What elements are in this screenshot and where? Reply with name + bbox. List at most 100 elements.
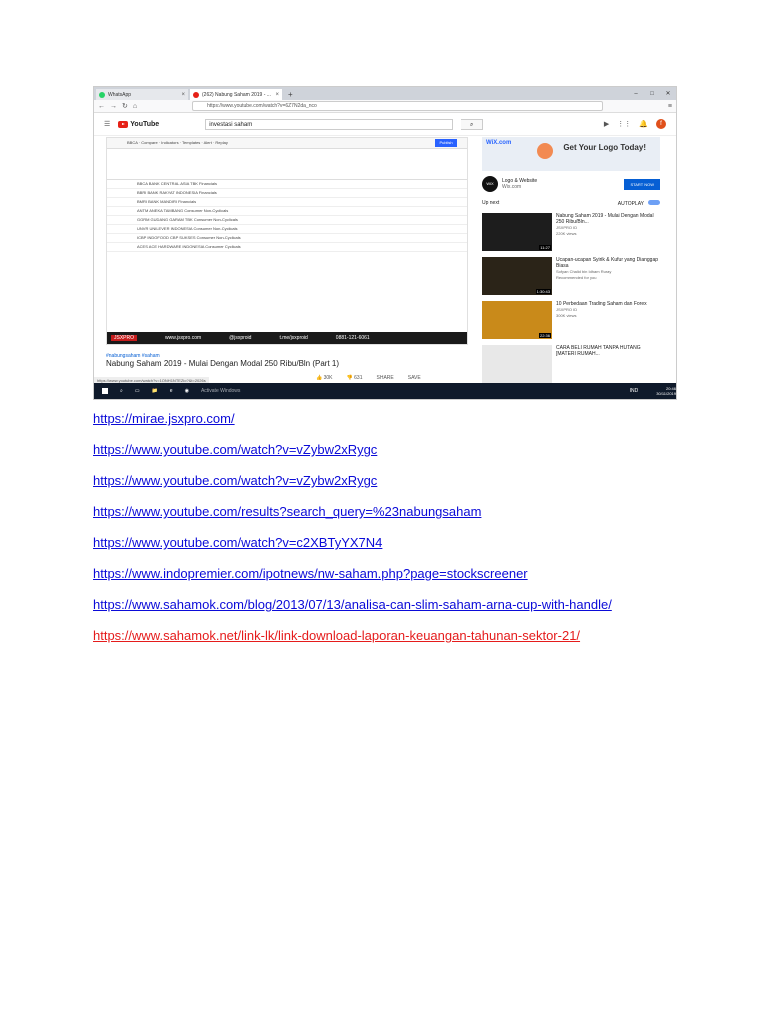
youtube-logo[interactable]: YouTube <box>118 120 159 128</box>
share-button[interactable]: SHARE <box>377 375 394 381</box>
sidebar: WiX.com Get Your Logo Today! WiX Logo & … <box>482 137 660 383</box>
video-title: CARA BELI RUMAH TANPA HUTANG [MATERI RUM… <box>556 345 641 357</box>
ad-graphic <box>537 143 553 159</box>
avatar[interactable]: f <box>656 119 666 129</box>
explorer-icon[interactable]: 📁 <box>152 388 158 394</box>
close-window-button[interactable]: ✕ <box>660 89 676 100</box>
video-duration: 11:27 <box>539 245 551 250</box>
library-icon[interactable]: ≡ <box>668 103 672 110</box>
ad-info: WiX Logo & Website Wix.com START NOW <box>482 176 660 192</box>
windows-start-icon[interactable] <box>102 388 108 394</box>
video-title: Ucapan-ucapan Syirik & Kufur yang Diangg… <box>556 257 659 269</box>
stock-row: BMRI BANK MANDIRI Financials <box>107 198 467 207</box>
up-next-video[interactable]: 1:30:43 Ucapan-ucapan Syirik & Kufur yang… <box>482 257 660 295</box>
reload-icon[interactable]: ↻ <box>122 102 128 110</box>
tab-whatsapp[interactable]: WhatsApp × <box>96 89 188 100</box>
save-button[interactable]: SAVE <box>408 375 421 381</box>
stock-row: BBCA BANK CENTRAL ASIA TBK Financials <box>107 180 467 189</box>
link-sahamok-can-slim[interactable]: https://www.sahamok.com/blog/2013/07/13/… <box>93 597 612 612</box>
up-next-label: Up next <box>482 200 500 206</box>
video-duration: 1:30:43 <box>535 289 551 294</box>
youtube-header: ☰ YouTube investasi saham ⌕ ▶ ⋮⋮ 🔔 f <box>94 113 676 136</box>
link-sahamok-laporan-keuangan[interactable]: https://www.sahamok.net/link-lk/link-dow… <box>93 628 612 643</box>
like-button[interactable]: 👍 30K <box>316 375 333 381</box>
clock: 20:46 30/11/2019 <box>656 386 676 396</box>
up-next-header: Up next AUTOPLAY <box>482 200 660 207</box>
new-tab-button[interactable]: + <box>284 89 297 100</box>
maximize-button[interactable]: □ <box>644 89 660 100</box>
address-bar[interactable]: https://www.youtube.com/watch?v=6Z7N2da_… <box>192 101 603 111</box>
task-view-icon[interactable]: ▭ <box>135 388 140 394</box>
back-icon[interactable]: ← <box>98 103 105 110</box>
notifications-icon[interactable]: 🔔 <box>639 120 648 128</box>
up-next-video[interactable]: 22:36 10 Perbedaan Trading Saham dan Fore… <box>482 301 660 339</box>
video-views: Recommended for you <box>556 275 597 280</box>
autoplay-label: AUTOPLAY <box>617 201 644 207</box>
autoplay-toggle[interactable] <box>648 200 660 205</box>
close-icon[interactable]: × <box>275 92 279 98</box>
link-list: https://mirae.jsxpro.com/ https://www.yo… <box>93 411 612 659</box>
screener-header <box>107 149 467 180</box>
youtube-icon <box>193 91 199 98</box>
video-thumbnail[interactable] <box>482 345 552 383</box>
create-video-icon[interactable]: ▶ <box>604 120 609 128</box>
link-youtube-c2xbtyyx7n4[interactable]: https://www.youtube.com/watch?v=c2XBTyYX… <box>93 535 612 550</box>
stock-row: UNVR UNILEVER INDONESIA Consumer Non-Cyc… <box>107 225 467 234</box>
stock-row: ACES ACE HARDWARE INDONESIA Consumer Cyc… <box>107 243 467 252</box>
video-title: Nabung Saham 2019 - Mulai Dengan Modal 2… <box>106 359 340 368</box>
tab-youtube[interactable]: (262) Nabung Saham 2019 - ... × <box>190 89 282 100</box>
link-mirae-jsxpro[interactable]: https://mirae.jsxpro.com/ <box>93 411 612 426</box>
search-button[interactable]: ⌕ <box>461 118 484 130</box>
whatsapp-icon <box>99 91 105 98</box>
stock-row: ANTM ANEKA TAMBANG Consumer Non-Cyclical… <box>107 207 467 216</box>
search-icon[interactable]: ⌕ <box>120 388 123 394</box>
dislike-button[interactable]: 👎 631 <box>347 375 363 381</box>
tradingview-toolbar: BBCA · Compare · Indicators · Templates … <box>107 138 467 149</box>
video-title: Nabung Saham 2019 - Mulai Dengan Modal 2… <box>556 213 654 225</box>
home-icon[interactable]: ⌂ <box>133 103 137 110</box>
ad-banner[interactable]: WiX.com Get Your Logo Today! <box>482 137 660 171</box>
minimize-button[interactable]: – <box>628 89 644 100</box>
search-input[interactable]: investasi saham <box>205 118 454 130</box>
close-icon[interactable]: × <box>181 92 185 98</box>
ad-brand: WiX.com <box>486 140 512 146</box>
up-next-video[interactable]: 11:27 Nabung Saham 2019 - Mulai Dengan Mo… <box>482 213 660 251</box>
embedded-screenshot: WhatsApp × (262) Nabung Saham 2019 - ...… <box>93 86 677 400</box>
apps-icon[interactable]: ⋮⋮ <box>617 120 631 128</box>
video-thumbnail[interactable]: 22:36 <box>482 301 552 339</box>
browser-nav-bar: ← → ↻ ⌂ https://www.youtube.com/watch?v=… <box>94 100 676 113</box>
window-controls: – □ ✕ <box>628 89 676 100</box>
clock-date: 30/11/2019 <box>656 391 676 396</box>
video-player[interactable]: BBCA · Compare · Indicators · Templates … <box>106 137 468 345</box>
video-views: 220K views <box>556 231 577 236</box>
publish-button: Publish <box>435 139 457 147</box>
windows-taskbar: ⌕ ▭ 📁 e ◉ Activate Windows IND 20:46 30/… <box>94 383 676 399</box>
tab-label: (262) Nabung Saham 2019 - ... <box>202 91 271 98</box>
ad-headline: Get Your Logo Today! <box>563 143 646 152</box>
video-actions: 👍 30K 👎 631 SHARE SAVE <box>316 375 421 381</box>
start-now-button[interactable]: START NOW <box>624 178 660 190</box>
forward-icon[interactable]: → <box>110 103 117 110</box>
header-actions: ▶ ⋮⋮ 🔔 f <box>604 119 666 129</box>
video-thumbnail[interactable]: 11:27 <box>482 213 552 251</box>
firefox-icon[interactable]: ◉ <box>185 388 189 394</box>
player-handle: @jsxproid <box>229 335 252 341</box>
stock-row: ICBP INDOFOOD CBP SUKSES Consumer Non-Cy… <box>107 234 467 243</box>
autoplay-control[interactable]: AUTOPLAY <box>618 200 660 207</box>
video-duration: 22:36 <box>538 333 551 338</box>
player-site: www.jsxpro.com <box>165 335 202 341</box>
video-thumbnail[interactable]: 1:30:43 <box>482 257 552 295</box>
edge-icon[interactable]: e <box>170 388 173 394</box>
link-youtube-vzybw2xrygc[interactable]: https://www.youtube.com/watch?v=vZybw2xR… <box>93 473 612 488</box>
link-youtube-vzybw2xrygc[interactable]: https://www.youtube.com/watch?v=vZybw2xR… <box>93 442 612 457</box>
windows-watermark: Activate Windows <box>200 388 241 394</box>
link-indopremier-stockscreener[interactable]: https://www.indopremier.com/ipotnews/nw-… <box>93 566 612 581</box>
search-icon: ⌕ <box>470 121 474 128</box>
up-next-video[interactable]: CARA BELI RUMAH TANPA HUTANG [MATERI RUM… <box>482 345 660 383</box>
link-youtube-search-nabungsaham[interactable]: https://www.youtube.com/results?search_q… <box>93 504 612 519</box>
like-count: 30K <box>323 375 333 381</box>
stock-row: GGRM GUDANG GARAM TBK Consumer Non-Cycli… <box>107 216 467 225</box>
player-phone: 0881-121-6061 <box>335 335 370 341</box>
player-banner: JSXPRO www.jsxpro.com @jsxproid t.me/jsx… <box>107 332 467 344</box>
menu-icon[interactable]: ☰ <box>104 120 110 128</box>
